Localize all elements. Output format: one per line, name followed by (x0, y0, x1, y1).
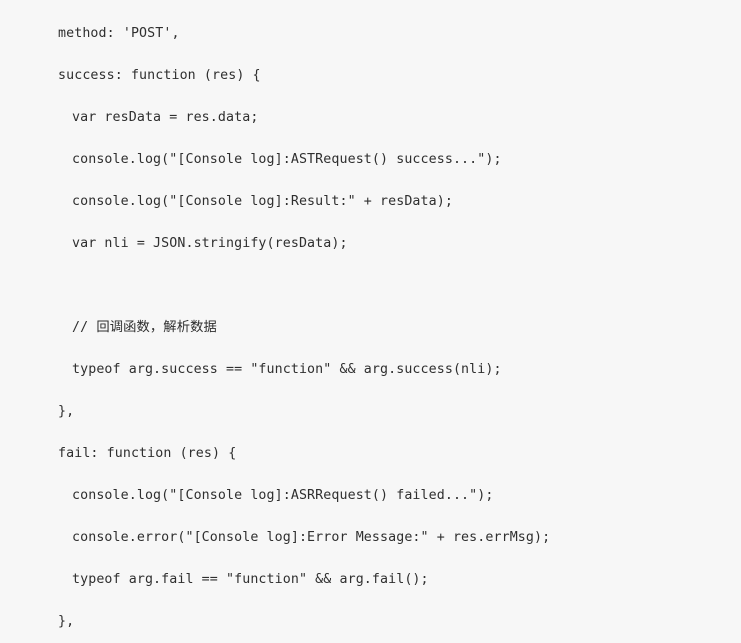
code-line: }, (58, 404, 75, 419)
code-line-list: method: 'POST', success: function (res) {… (0, 0, 741, 643)
code-line: typeof arg.fail == "function" && arg.fai… (72, 572, 429, 587)
code-line: fail: function (res) { (58, 446, 237, 461)
code-line: console.log("[Console log]:Result:" + re… (72, 194, 453, 209)
code-line: console.log("[Console log]:ASRRequest() … (72, 488, 494, 503)
code-line: typeof arg.success == "function" && arg.… (72, 362, 502, 377)
code-line: success: function (res) { (58, 68, 261, 83)
code-line: console.error("[Console log]:Error Messa… (72, 530, 551, 545)
code-line: }, (58, 614, 75, 629)
code-line: // 回调函数，解析数据 (72, 320, 217, 335)
code-line: console.log("[Console log]:ASTRequest() … (72, 152, 502, 167)
code-block: method: 'POST', success: function (res) {… (0, 0, 741, 643)
code-line: var nli = JSON.stringify(resData); (72, 236, 348, 251)
code-line: var resData = res.data; (72, 110, 259, 125)
code-line: method: 'POST', (58, 26, 180, 41)
